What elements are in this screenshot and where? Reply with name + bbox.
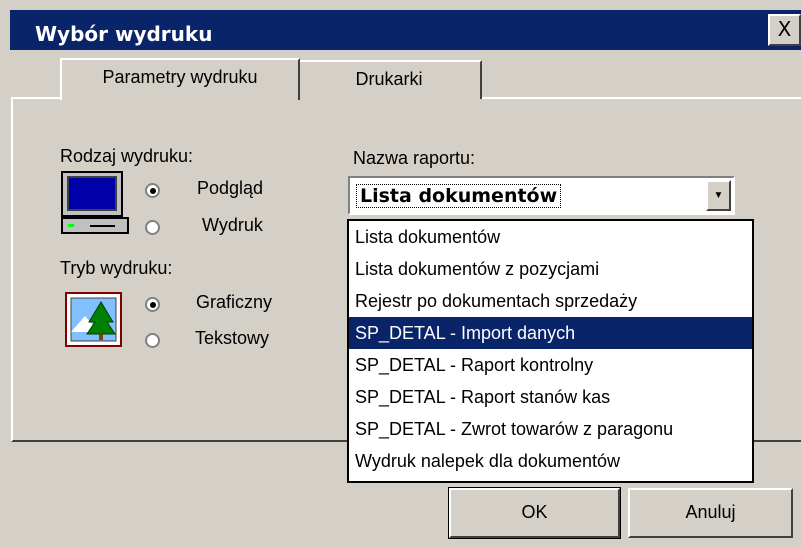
radio-podglad-label: Podgląd — [197, 178, 264, 198]
list-item[interactable]: Lista dokumentów — [349, 221, 752, 253]
close-button[interactable]: X — [768, 14, 801, 46]
computer-monitor-icon — [61, 171, 129, 234]
radio-podglad[interactable] — [145, 183, 160, 198]
list-item[interactable]: Wydruk nalepek dla dokumentów — [349, 445, 752, 477]
list-item[interactable]: Lista dokumentów z pozycjami — [349, 253, 752, 285]
radio-tekstowy-label: Tekstowy — [195, 328, 270, 348]
list-item-highlighted[interactable]: SP_DETAL - Import danych — [349, 317, 752, 349]
radio-tekstowy[interactable] — [145, 333, 160, 348]
list-item[interactable]: Rejestr po dokumentach sprzedaży — [349, 285, 752, 317]
ok-button[interactable]: OK — [448, 487, 621, 539]
tab-parametry-label: Parametry wydruku — [102, 67, 258, 87]
tab-drukarki[interactable]: Drukarki — [296, 60, 482, 99]
tab-drukarki-label: Drukarki — [355, 69, 423, 89]
title-bar: Wybór wydruku — [10, 10, 801, 50]
tab-parametry-wydruku[interactable]: Parametry wydruku — [60, 58, 300, 100]
report-name-select[interactable]: Lista dokumentów ▼ — [348, 176, 735, 215]
window-title: Wybór wydruku — [35, 22, 213, 46]
radio-graficzny-label: Graficzny — [196, 292, 273, 312]
print-mode-label: Tryb wydruku: — [60, 258, 173, 278]
radio-wydruk[interactable] — [145, 220, 160, 235]
report-name-label: Nazwa raportu: — [353, 148, 476, 168]
report-dropdown-list: Lista dokumentów Lista dokumentów z pozy… — [347, 219, 754, 483]
list-item[interactable]: SP_DETAL - Raport stanów kas — [349, 381, 752, 413]
print-selection-dialog: Wybór wydruku X Drukarki Parametry wydru… — [0, 0, 801, 548]
radio-wydruk-label: Wydruk — [202, 215, 263, 235]
chevron-down-icon[interactable]: ▼ — [706, 180, 731, 211]
print-type-label: Rodzaj wydruku: — [60, 146, 194, 166]
report-selected-value: Lista dokumentów — [356, 184, 562, 208]
tree-picture-icon — [65, 292, 122, 347]
radio-graficzny[interactable] — [145, 297, 160, 312]
list-item[interactable]: SP_DETAL - Raport kontrolny — [349, 349, 752, 381]
close-icon: X — [777, 17, 792, 41]
list-item[interactable]: SP_DETAL - Zwrot towarów z paragonu — [349, 413, 752, 445]
cancel-button[interactable]: Anuluj — [628, 488, 793, 538]
